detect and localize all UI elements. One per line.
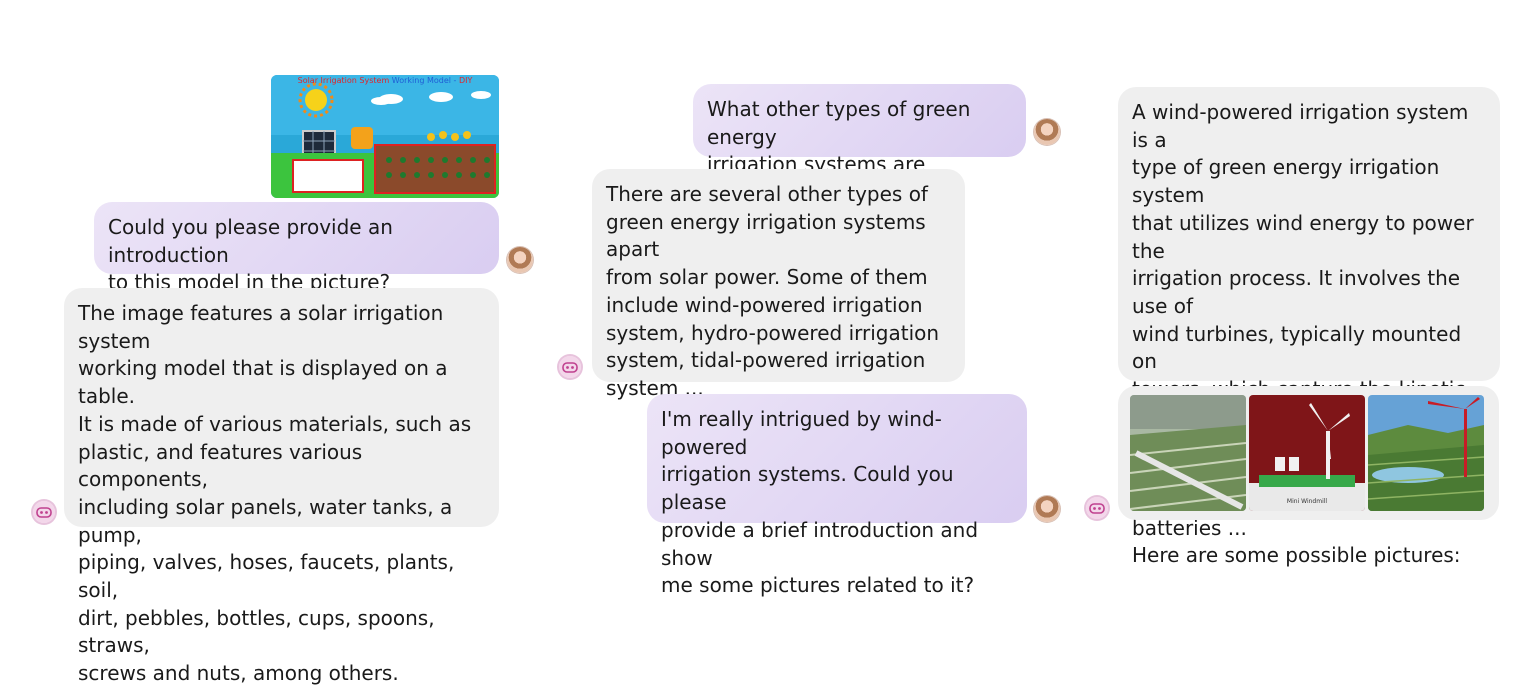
mini-windmill-model-image: Mini Windmill (1249, 395, 1365, 511)
user-message-other-types: What other types of green energy irrigat… (693, 84, 1026, 204)
wind-image-gallery: Mini Windmill (1118, 386, 1499, 520)
red-wind-turbine-field-image (1368, 395, 1484, 511)
caption-suffix: DIY (458, 76, 473, 85)
user-avatar-icon (1034, 119, 1060, 145)
robot-avatar-icon (1084, 495, 1110, 521)
bot-message-solar-description: The image features a solar irrigation sy… (64, 288, 499, 685)
bot-message-wind-description: A wind-powered irrigation system is a ty… (1118, 87, 1500, 567)
caption-mid: Working Model - (389, 76, 459, 85)
robot-avatar-icon (557, 354, 583, 380)
user-message-wind-request: I'm really intrigued by wind-powered irr… (647, 394, 1027, 597)
user-avatar-icon (507, 247, 533, 273)
wind-irrigation-field-image (1130, 395, 1246, 511)
solar-model-image: Solar Irrigation System Working Model - … (271, 75, 499, 198)
robot-avatar-icon (31, 499, 57, 525)
user-message-intro-request: Could you please provide an introduction… (94, 202, 499, 294)
solar-model-caption: Solar Irrigation System Working Model - … (271, 76, 499, 86)
bot-message-other-types: There are several other types of green e… (592, 169, 965, 400)
mini-windmill-label: Mini Windmill (1286, 498, 1328, 505)
user-avatar-icon (1034, 496, 1060, 522)
caption-prefix: Solar Irrigation System (297, 76, 390, 85)
